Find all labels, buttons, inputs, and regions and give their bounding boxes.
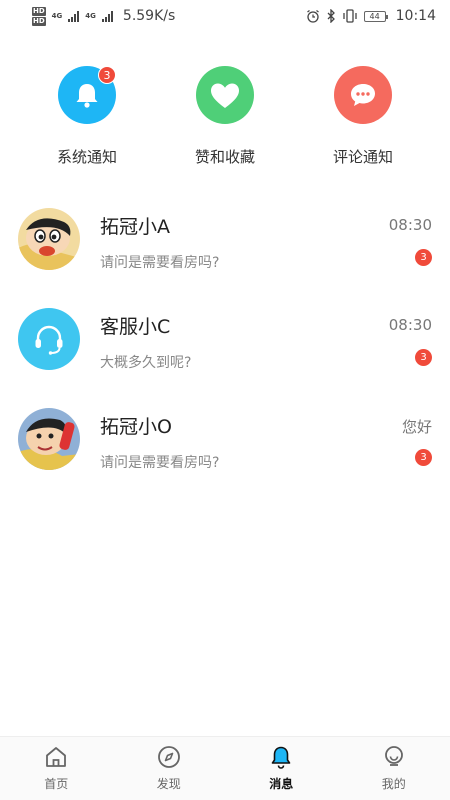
network-type-2: 4G — [85, 12, 96, 20]
unread-badge: 3 — [415, 249, 432, 266]
nav-home[interactable]: 首页 — [11, 745, 101, 792]
bell-icon — [271, 746, 291, 769]
message-preview: 大概多久到呢? — [100, 355, 192, 371]
likes-favorites-label: 赞和收藏 — [194, 148, 255, 166]
message-list: 拓冠小A 08:30 请问是需要看房吗? 3 客服小C 08:30 大概多久到呢… — [0, 200, 450, 500]
cartoon-avatar-icon — [18, 208, 80, 270]
bell-icon — [76, 84, 98, 108]
list-item[interactable]: 拓冠小O 您好 请问是需要看房吗? 3 — [0, 400, 450, 500]
message-time: 您好 — [401, 418, 432, 436]
nav-label: 我的 — [381, 777, 406, 791]
signal-icon — [68, 10, 80, 22]
system-notice-label: 系统通知 — [56, 148, 117, 166]
nav-label: 首页 — [44, 777, 69, 791]
profile-icon — [384, 746, 403, 766]
hd-badge-1: HD — [32, 6, 46, 16]
message-time: 08:30 — [388, 316, 432, 334]
battery-level: 44 — [369, 11, 380, 21]
contact-name: 拓冠小A — [100, 216, 170, 238]
bottom-nav: 首页 发现 消息 我的 — [0, 736, 450, 800]
bluetooth-icon — [327, 9, 335, 23]
unread-badge: 3 — [415, 349, 432, 366]
network-speed: 5.59K/s — [122, 8, 176, 24]
nav-messages[interactable]: 消息 — [236, 745, 326, 792]
status-bar: HD HD 4G 4G 5.59K/s 44 10:14 — [0, 0, 450, 32]
clock: 10:14 — [395, 8, 436, 24]
network-type-1: 4G — [51, 12, 63, 20]
contact-name: 客服小C — [100, 316, 171, 338]
avatar — [18, 308, 80, 370]
comment-notice-label: 评论通知 — [332, 148, 393, 166]
messages-screen: HD HD 4G 4G 5.59K/s 44 10:14 3 系统通知 赞和收藏… — [0, 0, 450, 800]
hd-indicator: HD HD — [32, 6, 46, 26]
compass-icon — [157, 746, 180, 768]
heart-icon — [211, 83, 239, 108]
likes-favorites-circle — [196, 66, 254, 124]
headset-icon — [35, 325, 63, 355]
cartoon-avatar-icon — [18, 408, 80, 470]
notification-badge: 3 — [98, 66, 116, 84]
nav-label: 发现 — [156, 777, 181, 791]
unread-badge: 3 — [415, 449, 432, 466]
vibrate-icon — [342, 9, 357, 23]
chat-bubble-icon — [351, 84, 375, 106]
alarm-icon — [306, 10, 319, 23]
avatar — [18, 408, 80, 470]
list-item[interactable]: 拓冠小A 08:30 请问是需要看房吗? 3 — [0, 200, 450, 300]
system-notice-circle: 3 — [58, 66, 116, 124]
hd-badge-2: HD — [32, 16, 46, 26]
signal-icon — [101, 10, 113, 22]
likes-favorites-button[interactable]: 赞和收藏 — [165, 66, 285, 167]
status-right: 44 10:14 — [306, 8, 436, 24]
status-left: HD HD 4G 4G 5.59K/s — [32, 6, 176, 26]
nav-profile[interactable]: 我的 — [349, 745, 439, 792]
message-time: 08:30 — [388, 216, 432, 234]
avatar — [18, 208, 80, 270]
nav-label: 消息 — [269, 777, 294, 791]
list-item[interactable]: 客服小C 08:30 大概多久到呢? 3 — [0, 300, 450, 400]
quick-actions: 3 系统通知 赞和收藏 评论通知 — [0, 66, 450, 167]
message-preview: 请问是需要看房吗? — [100, 255, 220, 271]
comment-notice-circle — [334, 66, 392, 124]
contact-name: 拓冠小O — [100, 416, 172, 438]
battery-icon: 44 — [363, 10, 388, 22]
nav-discover[interactable]: 发现 — [124, 745, 214, 792]
home-icon — [46, 747, 67, 767]
message-preview: 请问是需要看房吗? — [100, 455, 220, 471]
comment-notice-button[interactable]: 评论通知 — [303, 66, 423, 167]
system-notice-button[interactable]: 3 系统通知 — [27, 66, 147, 167]
